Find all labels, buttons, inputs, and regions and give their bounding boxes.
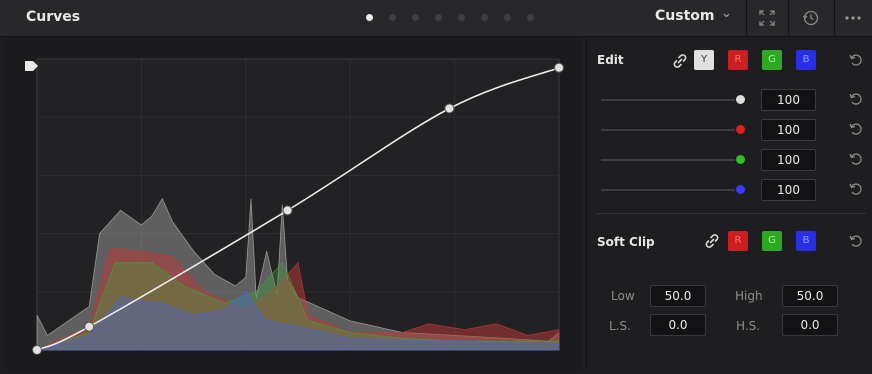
- reset-icon[interactable]: [848, 233, 864, 249]
- page-dot[interactable]: [527, 14, 534, 21]
- channel-r-button[interactable]: R: [728, 50, 748, 70]
- header-divider: [788, 0, 789, 36]
- link-icon[interactable]: [672, 53, 688, 69]
- slider-track[interactable]: [601, 189, 735, 191]
- soft-clip-label: Soft Clip: [597, 235, 655, 249]
- more-options-icon[interactable]: [843, 8, 863, 28]
- link-icon[interactable]: [704, 233, 720, 249]
- slider-track[interactable]: [601, 99, 735, 101]
- curve-editor-panel: [5, 37, 582, 370]
- page-dot[interactable]: [458, 14, 465, 21]
- reset-icon[interactable]: [848, 121, 864, 137]
- curve-mode-select[interactable]: Custom: [655, 8, 714, 24]
- low-value-field[interactable]: 50.0: [650, 285, 706, 307]
- header-divider: [834, 0, 835, 36]
- slider-track[interactable]: [601, 129, 735, 131]
- curve-graph[interactable]: [5, 37, 582, 370]
- slider-knob-r[interactable]: [736, 125, 745, 134]
- soft-clip-b-button[interactable]: B: [796, 231, 816, 251]
- reset-icon[interactable]: [848, 91, 864, 107]
- intensity-value-g[interactable]: 100: [761, 149, 816, 171]
- page-dot[interactable]: [435, 14, 442, 21]
- black-point-handle: [25, 61, 38, 71]
- page-dot[interactable]: [366, 14, 373, 21]
- reset-clock-icon[interactable]: [801, 8, 821, 28]
- fullscreen-icon[interactable]: [757, 8, 777, 28]
- channel-y-button[interactable]: Y: [694, 50, 714, 70]
- reset-icon[interactable]: [848, 52, 864, 68]
- header-divider: [746, 0, 747, 36]
- curve-control-point[interactable]: [32, 345, 42, 355]
- section-divider: [596, 213, 866, 214]
- ls-value-field[interactable]: 0.0: [650, 314, 706, 336]
- curve-control-point[interactable]: [282, 205, 293, 216]
- panel-header: Curves Custom ⌄: [0, 0, 872, 37]
- low-label: Low: [611, 289, 635, 303]
- soft-clip-r-button[interactable]: R: [728, 231, 748, 251]
- page-dot[interactable]: [504, 14, 511, 21]
- hs-label: H.S.: [736, 319, 761, 333]
- hs-value-field[interactable]: 0.0: [782, 314, 838, 336]
- ls-label: L.S.: [609, 319, 631, 333]
- intensity-value-y[interactable]: 100: [761, 89, 816, 111]
- curve-control-point[interactable]: [84, 321, 95, 332]
- high-value-field[interactable]: 50.0: [782, 285, 838, 307]
- channel-b-button[interactable]: B: [796, 50, 816, 70]
- intensity-value-b[interactable]: 100: [761, 179, 816, 201]
- slider-knob-g[interactable]: [736, 155, 745, 164]
- page-dot[interactable]: [481, 14, 488, 21]
- slider-knob-y[interactable]: [736, 95, 745, 104]
- edit-label: Edit: [597, 53, 624, 67]
- soft-clip-g-button[interactable]: G: [762, 231, 782, 251]
- page-dot[interactable]: [412, 14, 419, 21]
- high-label: High: [735, 289, 763, 303]
- curve-control-point[interactable]: [444, 103, 455, 114]
- chevron-down-icon[interactable]: ⌄: [721, 6, 732, 21]
- slider-knob-b[interactable]: [736, 185, 745, 194]
- reset-icon[interactable]: [848, 181, 864, 197]
- panel-title: Curves: [26, 9, 81, 25]
- curve-control-point[interactable]: [554, 62, 564, 73]
- reset-icon[interactable]: [848, 151, 864, 167]
- page-dot[interactable]: [389, 14, 396, 21]
- intensity-value-r[interactable]: 100: [761, 119, 816, 141]
- slider-track[interactable]: [601, 159, 735, 161]
- channel-g-button[interactable]: G: [762, 50, 782, 70]
